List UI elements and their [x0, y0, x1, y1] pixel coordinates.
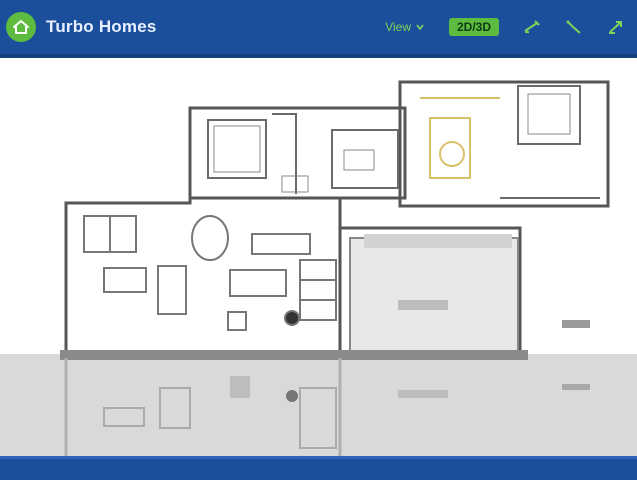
toolbar: View 2D/3D [385, 0, 625, 54]
floor-plan-canvas[interactable] [0, 58, 637, 456]
measure-button[interactable] [523, 19, 541, 35]
top-app-bar: Turbo Homes View 2D/3D [0, 0, 637, 58]
view-menu-label: View [385, 20, 411, 34]
garage [349, 234, 590, 357]
share-button[interactable] [607, 19, 625, 35]
view-menu-button[interactable]: View [385, 20, 425, 34]
house-icon [13, 20, 29, 34]
draw-button[interactable] [565, 19, 583, 35]
floor-plan [0, 80, 637, 456]
app-logo[interactable] [6, 12, 36, 42]
chevron-down-icon [416, 24, 424, 31]
toggle-2d-3d-button[interactable]: 2D/3D [448, 18, 499, 36]
lower-furniture [83, 215, 337, 331]
bottom-status-bar [0, 456, 637, 480]
measure-icon [524, 20, 540, 33]
pencil-icon [566, 20, 581, 34]
ground-strip [0, 350, 637, 456]
share-icon [609, 21, 622, 34]
app-title: Turbo Homes [46, 17, 157, 36]
